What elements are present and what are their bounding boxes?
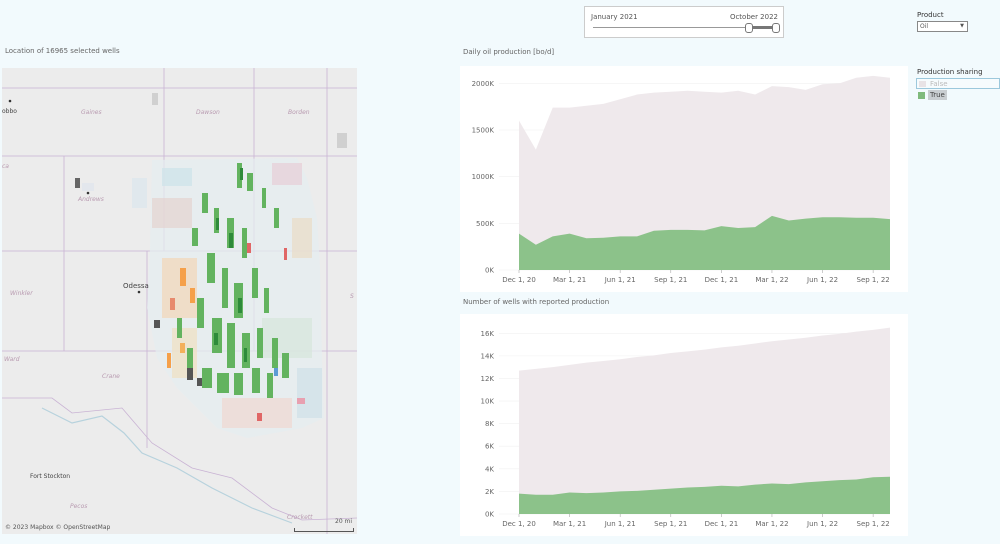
x-tick-label: Sep 1, 22 — [857, 276, 890, 284]
map-label-edge: S — [350, 293, 354, 300]
y-tick-label: 500K — [476, 220, 494, 228]
y-tick-label: 8K — [485, 420, 494, 428]
odessa-marker — [137, 290, 141, 294]
x-tick-label: Dec 1, 21 — [705, 520, 739, 528]
x-tick-label: Dec 1, 20 — [502, 276, 536, 284]
map-label-fort-stockton: Fort Stockton — [30, 473, 71, 480]
map-label-gaines: Gaines — [81, 109, 102, 116]
map-label-borden: Borden — [288, 109, 310, 116]
map-label-dawson: Dawson — [196, 109, 220, 116]
hobbs-marker — [8, 99, 12, 103]
x-tick-label: Jun 1, 21 — [604, 276, 636, 284]
legend-label-true: True — [928, 90, 947, 100]
legend-item-true[interactable]: True — [916, 90, 956, 101]
chart2-title: Number of wells with reported production — [463, 298, 610, 306]
legend-swatch-false — [919, 81, 926, 87]
map-scale-label: 20 mi — [335, 518, 353, 525]
slider-end-handle[interactable] — [772, 23, 780, 33]
map-label-andrews: Andrews — [78, 196, 104, 203]
wells-map[interactable]: Gaines Dawson Borden Andrews Odessa Wink… — [2, 68, 357, 534]
map-label-ward: Ward — [4, 356, 20, 363]
x-tick-label: Mar 1, 21 — [553, 276, 586, 284]
product-value: Oil — [920, 23, 929, 30]
y-tick-label: 2000K — [472, 80, 495, 88]
x-tick-label: Jun 1, 21 — [604, 520, 636, 528]
oil-production-svg: 0K 500K 1000K 1500K 2000K Dec 1, 20 Mar 1, 21 J… — [472, 75, 890, 284]
map-label-winkler: Winkler — [10, 290, 33, 297]
map-label-hobbs: obbo — [2, 108, 17, 115]
x-tick-label: Mar 1, 21 — [553, 520, 586, 528]
x-tick-label: Mar 1, 22 — [755, 276, 788, 284]
legend-title: Production sharing — [917, 68, 983, 76]
y-tick-label: 12K — [481, 375, 495, 383]
y-tick-label: 4K — [485, 465, 494, 473]
y-tick-label: 0K — [485, 267, 494, 275]
x-tick-label: Dec 1, 20 — [502, 520, 536, 528]
x-tick-label: Sep 1, 21 — [654, 276, 687, 284]
map-title: Location of 16965 selected wells — [5, 47, 120, 55]
y-tick-label: 0K — [485, 511, 494, 519]
y-tick-label: 14K — [481, 352, 495, 360]
x-tick-label: Jun 1, 22 — [806, 520, 838, 528]
date-range-slider[interactable]: January 2021 October 2022 — [584, 6, 784, 38]
map-label-crane: Crane — [102, 373, 120, 380]
chevron-down-icon: ▼ — [960, 23, 964, 29]
product-dropdown[interactable]: Oil ▼ — [917, 21, 968, 32]
legend-label-false: False — [930, 80, 948, 88]
y-tick-label: 1500K — [472, 127, 495, 135]
chart1-title: Daily oil production [bo/d] — [463, 48, 555, 56]
map-scale-bar — [294, 528, 354, 532]
map-canvas — [2, 68, 357, 534]
legend-swatch-true — [918, 92, 925, 99]
y-tick-label: 1000K — [472, 173, 495, 181]
y-tick-label: 10K — [481, 398, 495, 406]
x-tick-label: Mar 1, 22 — [755, 520, 788, 528]
product-label: Product — [917, 11, 944, 19]
x-tick-label: Sep 1, 22 — [857, 520, 890, 528]
y-tick-label: 6K — [485, 443, 494, 451]
map-attribution[interactable]: © 2023 Mapbox © OpenStreetMap — [5, 524, 110, 531]
slider-start-handle[interactable] — [745, 23, 753, 33]
well-count-chart[interactable]: 0K 2K 4K 6K 8K 10K 12K 14K 16K Dec 1, 20 Mar 1, 21… — [460, 314, 908, 536]
legend-item-false[interactable]: False — [916, 78, 1000, 89]
map-label-pecos: Pecos — [70, 503, 88, 510]
map-label-odessa: Odessa — [123, 282, 149, 290]
y-tick-label: 16K — [481, 330, 495, 338]
map-label-crockett: Crockett — [287, 514, 313, 521]
oil-production-chart[interactable]: 0K 500K 1000K 1500K 2000K Dec 1, 20 Mar 1, 21 J… — [460, 66, 908, 292]
map-label-lea: ca — [2, 163, 9, 170]
y-tick-label: 2K — [485, 488, 494, 496]
date-end-label: October 2022 — [729, 13, 778, 21]
date-start-label: January 2021 — [591, 13, 638, 21]
x-tick-label: Jun 1, 22 — [806, 276, 838, 284]
x-tick-label: Dec 1, 21 — [705, 276, 739, 284]
andrews-marker — [86, 191, 90, 195]
x-tick-label: Sep 1, 21 — [654, 520, 687, 528]
well-count-svg: 0K 2K 4K 6K 8K 10K 12K 14K 16K Dec 1, 20 Mar 1, 21… — [481, 327, 890, 528]
